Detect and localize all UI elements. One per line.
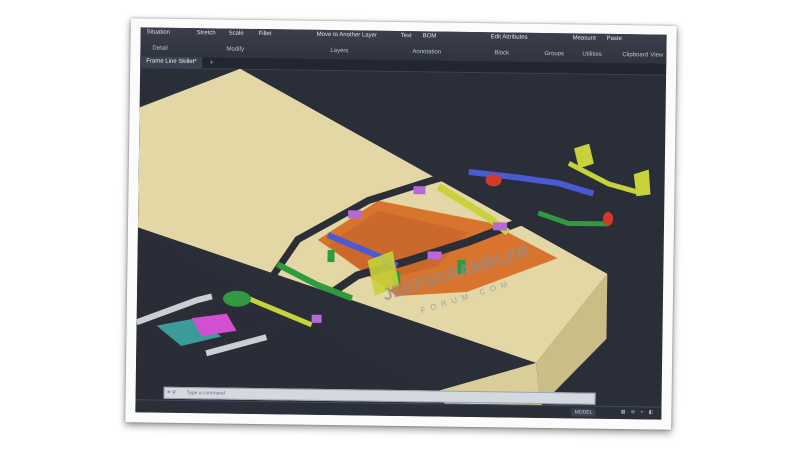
rear-green-member xyxy=(537,210,609,227)
document-tab-frame[interactable]: Frame Line Skillet* xyxy=(140,56,203,69)
detail-group[interactable]: Detail xyxy=(152,46,167,52)
layers-group[interactable]: Layers xyxy=(330,48,348,54)
view-group[interactable]: View xyxy=(650,52,663,58)
groups-group[interactable]: Groups xyxy=(544,51,564,57)
utilities-group[interactable]: Utilities xyxy=(582,52,601,58)
text-command[interactable]: Text xyxy=(401,33,412,39)
modify-group[interactable]: Modify xyxy=(226,47,244,53)
cad-screen: Situation Stretch Scale Fillet Move to A… xyxy=(135,27,667,420)
command-line-placeholder: Type a command xyxy=(186,390,226,397)
annotation-group[interactable]: Annotation xyxy=(412,49,441,55)
edit-attributes-command[interactable]: Edit Attributes xyxy=(491,34,528,41)
command-line-icons[interactable]: ✕ ⚲ xyxy=(167,388,185,398)
model-viewport[interactable]: JEEPSCRAMBLER FORUM.COM xyxy=(135,67,667,407)
scale-command[interactable]: Scale xyxy=(229,31,244,37)
rear-red-hitch xyxy=(603,211,614,226)
bracket-5 xyxy=(311,314,322,323)
block-group[interactable]: Block xyxy=(494,50,509,56)
model-tab[interactable]: MODEL xyxy=(571,408,596,417)
stretch-command[interactable]: Stretch xyxy=(197,30,216,36)
photo-frame: Situation Stretch Scale Fillet Move to A… xyxy=(125,18,677,430)
mount-3 xyxy=(327,249,335,263)
rear-bumper-bracket-right xyxy=(633,169,651,197)
bracket-2 xyxy=(413,186,426,195)
fillet-command[interactable]: Fillet xyxy=(259,31,272,37)
bracket-1 xyxy=(348,210,363,219)
frame-model-svg: JEEPSCRAMBLER FORUM.COM xyxy=(135,68,651,406)
measure-command[interactable]: Measure xyxy=(573,35,596,41)
new-tab-button[interactable]: + xyxy=(206,57,217,68)
status-icons[interactable]: ▦ ⊕ ⌖ ◧ xyxy=(621,409,656,415)
situation-command[interactable]: Situation xyxy=(147,29,170,35)
bracket-4 xyxy=(427,251,442,260)
paste-command[interactable]: Paste xyxy=(607,36,622,42)
clipboard-group[interactable]: Clipboard xyxy=(622,52,648,58)
move-layer-command[interactable]: Move to Another Layer xyxy=(317,32,377,39)
bracket-3 xyxy=(492,222,508,231)
bom-command[interactable]: BOM xyxy=(423,33,437,39)
